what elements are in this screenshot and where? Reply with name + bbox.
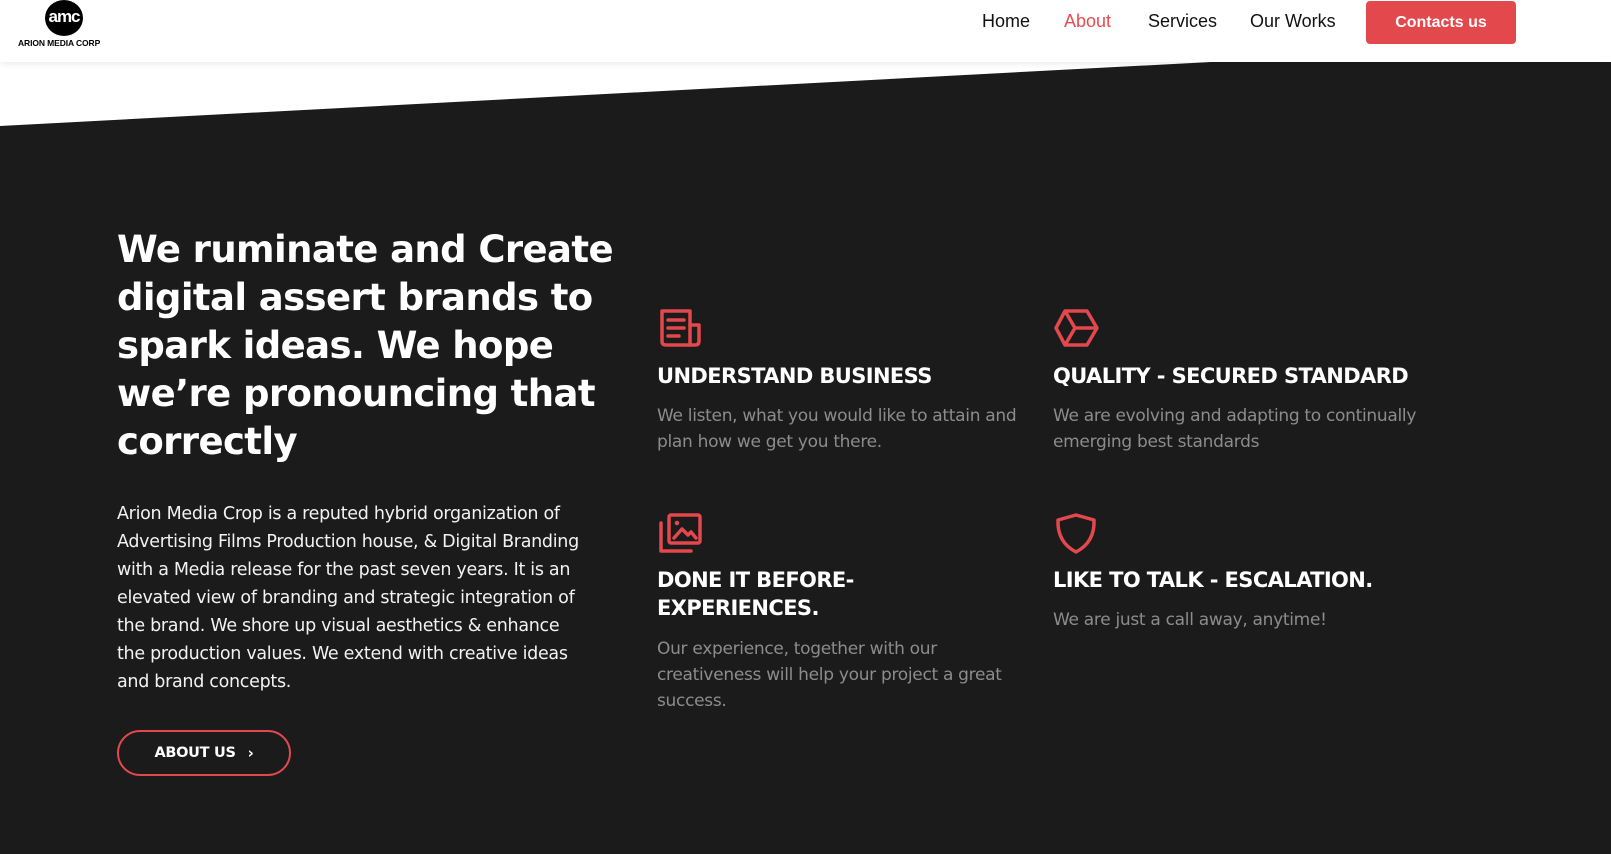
feature-text: We listen, what you would like to attain… [657, 406, 1017, 452]
feature-quality-standard: QUALITY - SECURED STANDARD We are evolvi… [1053, 308, 1423, 468]
hero-headline: We ruminate and Create digital assert br… [117, 228, 614, 463]
shield-icon [1056, 513, 1096, 554]
feature-understand-business: UNDERSTAND BUSINESS We listen, what you … [657, 308, 1027, 468]
section-divider [0, 60, 1611, 126]
feature-title: LIKE TO TALK - ESCALATION. [1053, 568, 1373, 592]
nav-about[interactable]: About [1064, 11, 1111, 32]
about-us-button[interactable]: ABOUT US › [117, 730, 291, 776]
chevron-right-icon: › [247, 744, 254, 762]
images-icon [659, 513, 702, 553]
logo-mark-circle: amc [45, 0, 83, 36]
feature-title: QUALITY - SECURED STANDARD [1053, 364, 1409, 388]
newspaper-icon [660, 309, 701, 347]
feature-text: We are evolving and adapting to continua… [1053, 406, 1417, 452]
logo-name: ARION MEDIA CORP [18, 38, 101, 48]
feature-experiences: DONE IT BEFORE- EXPERIENCES. Our experie… [657, 512, 1027, 722]
site-header: amc ARION MEDIA CORP Home About Services… [0, 0, 1611, 62]
nav-home[interactable]: Home [982, 11, 1030, 32]
feature-like-to-talk: LIKE TO TALK - ESCALATION. We are just a… [1053, 512, 1423, 642]
feature-text: We are just a call away, anytime! [1053, 610, 1327, 630]
nav-our-works[interactable]: Our Works [1250, 11, 1336, 32]
feature-title: DONE IT BEFORE- EXPERIENCES. [657, 568, 854, 620]
cube-icon [1054, 309, 1099, 347]
contacts-us-button[interactable]: Contacts us [1366, 1, 1516, 44]
nav-services[interactable]: Services [1148, 11, 1217, 32]
logo-mark: amc [48, 7, 80, 26]
feature-title: UNDERSTAND BUSINESS [657, 364, 932, 388]
feature-text: Our experience, together with our creati… [657, 639, 1002, 711]
about-us-label: ABOUT US [154, 745, 236, 761]
logo[interactable]: amc ARION MEDIA CORP [16, 0, 112, 52]
hero-intro-text: Arion Media Crop is a reputed hybrid org… [117, 504, 579, 692]
